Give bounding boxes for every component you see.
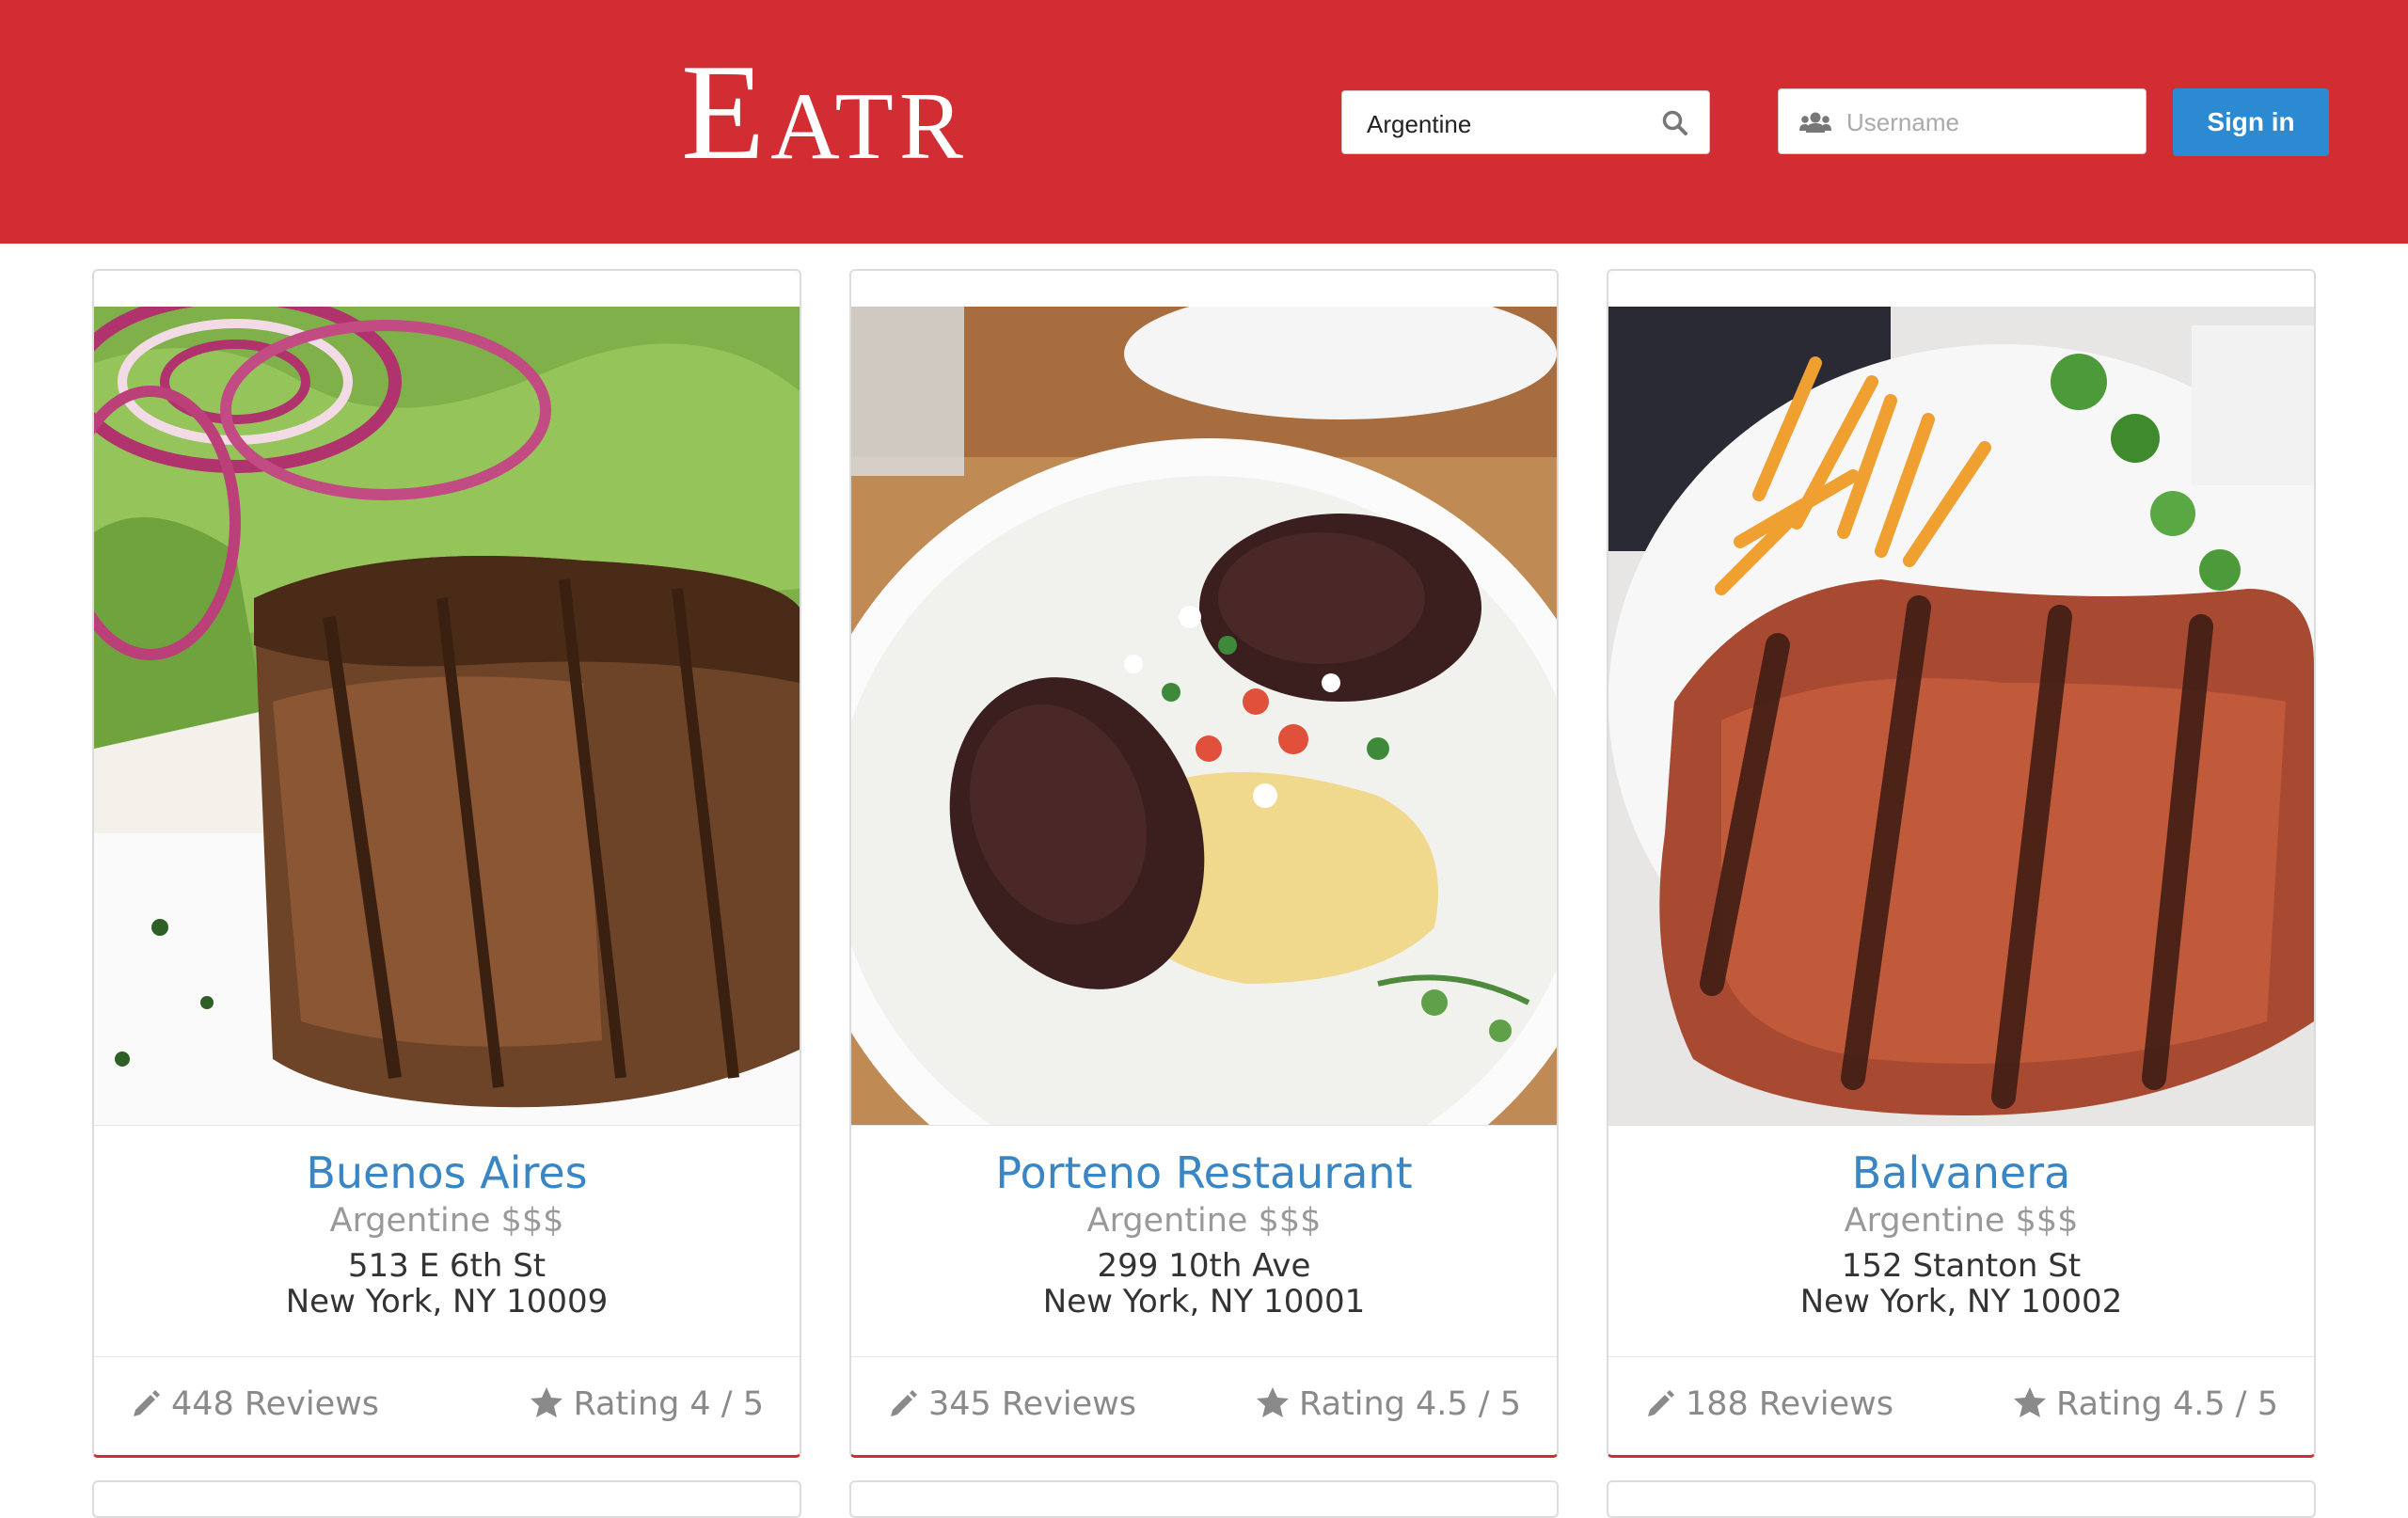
blood-sausage-dish-photo[interactable] — [851, 307, 1557, 1125]
grilled-steak-fries-photo[interactable] — [1608, 307, 2314, 1125]
search-icon[interactable] — [1660, 108, 1690, 138]
top-header: Eatr Argentine Username Sign in — [0, 0, 2408, 244]
reviews-count: 448 Reviews — [171, 1385, 380, 1423]
search-value[interactable]: Argentine — [1367, 110, 1471, 139]
rating: Rating 4 / 5 — [530, 1385, 764, 1423]
card-footer: 345 Reviews Rating 4.5 / 5 — [851, 1356, 1557, 1454]
reviews-count: 345 Reviews — [928, 1385, 1137, 1423]
star-icon — [531, 1387, 563, 1417]
reviews-link[interactable]: 345 Reviews — [887, 1385, 1136, 1423]
eatr-logo[interactable]: Eatr — [681, 43, 969, 181]
address-line-2: New York, NY 10002 — [1799, 1283, 2123, 1320]
card-footer: 188 Reviews Rating 4.5 / 5 — [1608, 1356, 2314, 1454]
sign-in-button[interactable]: Sign in — [2173, 88, 2329, 156]
username-placeholder[interactable]: Username — [1846, 108, 1959, 137]
restaurant-card-partial[interactable] — [1607, 1480, 2316, 1518]
search-input[interactable]: Argentine — [1341, 90, 1710, 154]
restaurant-cuisine: Argentine $$$ — [1086, 1202, 1322, 1240]
rating-value: Rating 4.5 / 5 — [1299, 1385, 1521, 1423]
rating-value: Rating 4 / 5 — [573, 1385, 764, 1423]
restaurant-card[interactable]: Buenos Aires Argentine $$$ 513 E 6th St … — [92, 269, 801, 1458]
users-icon — [1799, 110, 1831, 134]
restaurant-info: Balvanera Argentine $$$ 152 Stanton St N… — [1608, 1125, 2314, 1356]
address-line-2: New York, NY 10001 — [1042, 1283, 1366, 1320]
restaurant-cuisine: Argentine $$$ — [1844, 1202, 2079, 1240]
restaurant-name[interactable]: Buenos Aires — [94, 1146, 800, 1199]
address-line-1: 513 E 6th St — [347, 1247, 547, 1285]
rating: Rating 4.5 / 5 — [1256, 1385, 1521, 1423]
rating: Rating 4.5 / 5 — [2013, 1385, 2278, 1423]
restaurant-card[interactable]: Porteno Restaurant Argentine $$$ 299 10t… — [849, 269, 1559, 1458]
address-line-1: 299 10th Ave — [1097, 1247, 1311, 1285]
star-icon — [2014, 1387, 2047, 1417]
address-line-1: 152 Stanton St — [1841, 1247, 2082, 1285]
pencil-icon — [891, 1390, 917, 1416]
reviews-count: 188 Reviews — [1686, 1385, 1894, 1423]
pencil-icon — [134, 1390, 160, 1416]
restaurant-name[interactable]: Porteno Restaurant — [851, 1146, 1557, 1199]
card-footer: 448 Reviews Rating 4 / 5 — [94, 1356, 800, 1454]
restaurant-cuisine: Argentine $$$ — [329, 1202, 564, 1240]
restaurant-card-partial[interactable] — [849, 1480, 1559, 1518]
restaurant-name[interactable]: Balvanera — [1608, 1146, 2314, 1199]
star-icon — [1257, 1387, 1290, 1417]
address-line-2: New York, NY 10009 — [285, 1283, 609, 1320]
restaurant-card-partial[interactable] — [92, 1480, 801, 1518]
username-field[interactable]: Username — [1778, 88, 2147, 154]
pencil-icon — [1648, 1390, 1674, 1416]
reviews-link[interactable]: 448 Reviews — [130, 1385, 379, 1423]
restaurant-info: Buenos Aires Argentine $$$ 513 E 6th St … — [94, 1125, 800, 1356]
restaurant-card[interactable]: Balvanera Argentine $$$ 152 Stanton St N… — [1607, 269, 2316, 1458]
grilled-filet-steak-photo[interactable] — [94, 307, 800, 1125]
restaurant-info: Porteno Restaurant Argentine $$$ 299 10t… — [851, 1125, 1557, 1356]
rating-value: Rating 4.5 / 5 — [2056, 1385, 2278, 1423]
reviews-link[interactable]: 188 Reviews — [1644, 1385, 1893, 1423]
